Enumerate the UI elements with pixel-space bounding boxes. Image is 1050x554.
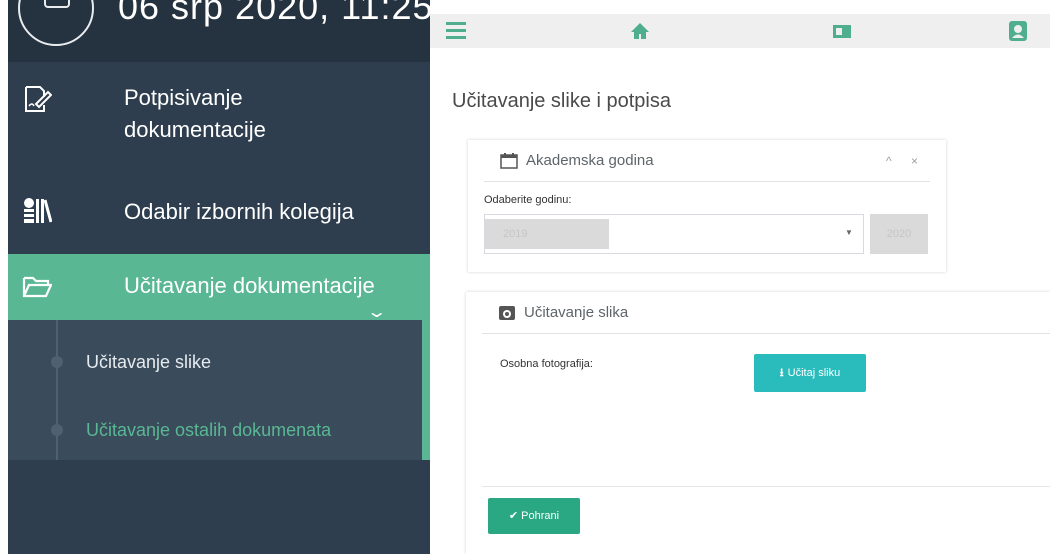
top-bar [430,14,1050,48]
sidebar-item-izborni-kolegiji[interactable]: Odabir izbornih kolegija [8,190,430,234]
calendar-icon [500,153,518,169]
panel-title: Učitavanje slika [524,304,629,321]
panel-title: Akademska godina [526,152,654,169]
sidebar-item-label: Učitavanje dokumentacije [124,273,375,298]
photo-field-label: Osobna fotografija: [500,358,593,370]
upload-image-button[interactable]: ⭳ Učitaj sliku [754,354,866,392]
sidebar-item-label: Odabir izbornih kolegija [124,199,354,224]
chevron-down-icon: ⌄ [365,304,388,321]
library-icon [24,198,52,223]
panel-tools[interactable]: ^ × [886,154,926,168]
menu-icon[interactable] [444,19,468,43]
sidebar-item-ucitavanje-dokumentacije[interactable]: Učitavanje dokumentacije ⌄ [8,254,430,321]
year-select-value: 2019 [485,219,609,249]
clock-text: 06 srp 2020, 11:25 [118,0,430,27]
caret-down-icon: ▼ [845,228,853,237]
submenu-item-ostali-dokumenti[interactable]: Učitavanje ostalih dokumenata [8,416,422,446]
panel-header: Akademska godina ^ × [484,140,930,182]
check-icon: ✔ [508,510,519,522]
year-field-label: Odaberite godinu: [484,194,572,206]
submenu-item-ucitavanje-slike[interactable]: Učitavanje slike [8,348,422,378]
folder-open-icon [22,276,52,298]
year-select[interactable]: 2019 ▼ [484,214,864,254]
academic-year-panel: Akademska godina ^ × Odaberite godinu: 2… [468,140,946,272]
sidebar-item-potpisivanje[interactable]: Potpisivanje dokumentacije [8,78,430,158]
submenu-item-label: Učitavanje ostalih dokumenata [86,420,332,440]
user-icon[interactable] [1006,19,1030,43]
sidebar-item-label: Potpisivanje dokumentacije [124,85,266,142]
submenu: Učitavanje slike Učitavanje ostalih doku… [8,320,430,460]
upload-icon: ⭳ [779,367,784,379]
document-sign-icon [25,86,52,112]
book-icon[interactable] [830,19,854,43]
submenu-item-label: Učitavanje slike [86,352,212,372]
year-button[interactable]: 2020 [870,214,928,254]
panel-header: Učitavanje slika [482,292,1050,334]
upload-button-label: Učitaj sliku [787,367,841,379]
save-button[interactable]: ✔ Pohrani [488,498,580,534]
calendar-icon [18,0,94,46]
clock-bar: 06 srp 2020, 11:25 [8,0,430,62]
home-icon[interactable] [628,19,652,43]
save-button-label: Pohrani [521,510,560,522]
camera-icon [499,306,515,320]
page-title: Učitavanje slike i potpisa [452,90,671,112]
upload-panel: Učitavanje slika Osobna fotografija: ⭳ Uč… [466,292,1050,554]
sidebar: 06 srp 2020, 11:25 Potpisivanje dokument… [8,0,430,554]
